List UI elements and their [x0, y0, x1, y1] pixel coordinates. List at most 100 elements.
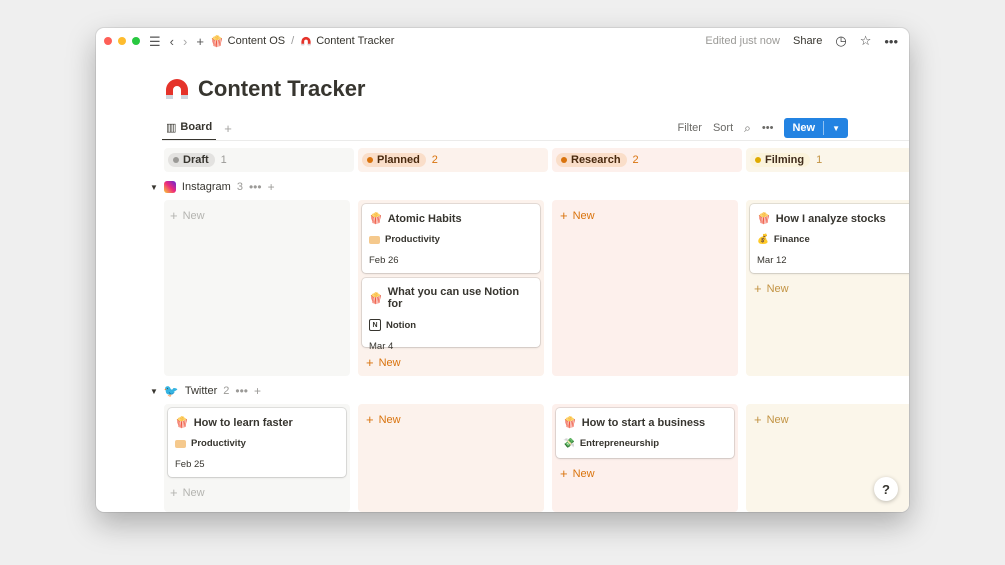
breadcrumb-current[interactable]: Content Tracker [316, 35, 394, 47]
star-icon[interactable]: ☆ [860, 33, 872, 49]
sort-button[interactable]: Sort [713, 122, 733, 134]
help-button[interactable]: ? [874, 477, 898, 501]
new-label: New [182, 486, 205, 499]
column-header-draft[interactable]: Draft 1 [164, 148, 354, 172]
new-card-button[interactable]: + New [560, 466, 595, 481]
zoom-window-button[interactable] [132, 37, 140, 45]
status-badge: Planned [362, 153, 426, 167]
card-start-business[interactable]: 🍿 How to start a business 💸 Entrepreneursh… [556, 408, 734, 458]
back-icon[interactable]: ‹ [170, 35, 174, 48]
column-count: 1 [816, 154, 823, 166]
popcorn-icon: 🍿 [369, 213, 383, 225]
card-title: What you can use Notion for [387, 286, 520, 310]
view-actions: Filter Sort ⌕ ••• New ▼ [678, 118, 848, 138]
plus-icon: + [170, 208, 178, 223]
card-analyze-stocks[interactable]: 🍿 How I analyze stocks 💰 Finance Mar 12 [750, 204, 909, 273]
breadcrumb: 🍿 Content OS / Content Tracker [210, 35, 395, 48]
status-badge: Filming [750, 153, 811, 167]
new-label: New [378, 356, 401, 369]
plus-icon: + [366, 412, 374, 427]
new-card-button[interactable]: + New [366, 412, 401, 427]
new-card-button[interactable]: + New [170, 485, 205, 500]
magnet-icon[interactable] [164, 76, 190, 102]
more-icon[interactable]: ••• [249, 180, 262, 194]
caret-down-icon[interactable]: ▼ [150, 183, 158, 192]
card-date: Feb 26 [369, 255, 399, 266]
menu-icon[interactable]: ☰ [149, 35, 161, 48]
board-cell [552, 200, 738, 376]
column-header-planned[interactable]: Planned 2 [358, 148, 548, 172]
twitter-icon: 🐦 [163, 384, 179, 398]
more-icon[interactable]: ••• [762, 122, 774, 134]
card-date: Feb 25 [175, 459, 205, 470]
plus-icon: + [560, 208, 568, 223]
new-label: New [572, 467, 595, 480]
new-card-button[interactable]: + New [170, 208, 205, 223]
caret-down-icon[interactable]: ▼ [150, 387, 158, 396]
money-bag-icon: 💰 [757, 234, 769, 245]
more-icon[interactable]: ••• [235, 384, 248, 398]
new-label: New [378, 413, 401, 426]
instagram-icon [163, 181, 176, 193]
status-dot [755, 157, 761, 163]
new-button-label: New [792, 122, 816, 134]
history-icon[interactable]: ◷ [835, 33, 846, 49]
popcorn-icon: 🍿 [175, 417, 189, 429]
popcorn-icon: 🍿 [563, 417, 577, 429]
group-name: Twitter [184, 385, 218, 397]
tab-board[interactable]: ▥ Board [162, 115, 217, 141]
column-name: Research [571, 154, 621, 166]
group-header-twitter[interactable]: ▼ 🐦 Twitter 2 ••• + [150, 381, 261, 401]
group-header-instagram[interactable]: ▼ Instagram 3 ••• + [150, 177, 275, 197]
page-title[interactable]: Content Tracker [198, 76, 366, 102]
breadcrumb-separator: / [291, 35, 295, 47]
close-window-button[interactable] [104, 37, 112, 45]
group-count: 2 [223, 385, 230, 397]
filter-button[interactable]: Filter [678, 122, 702, 134]
card-tag: Finance [773, 234, 810, 245]
add-page-icon[interactable]: + [196, 35, 204, 48]
search-icon[interactable]: ⌕ [744, 121, 751, 136]
notion-icon: N [369, 319, 381, 331]
card-notion[interactable]: 🍿 What you can use Notion for N Notion Mar… [362, 278, 540, 352]
new-card-button[interactable]: + New [366, 355, 401, 370]
column-count: 2 [632, 154, 639, 166]
new-label: New [182, 209, 205, 222]
more-icon[interactable]: ••• [884, 34, 898, 49]
share-button[interactable]: Share [793, 35, 822, 47]
card-tag: Notion [386, 319, 417, 331]
board-icon: ▥ [166, 121, 177, 134]
status-badge: Draft [168, 153, 215, 167]
minimize-window-button[interactable] [118, 37, 126, 45]
view-bar: ▥ Board + Filter Sort ⌕ ••• New ▼ [162, 115, 848, 141]
status-dot [367, 157, 373, 163]
column-count: 1 [220, 154, 227, 166]
forward-icon[interactable]: › [183, 35, 187, 48]
board-cell [164, 200, 350, 376]
tag-icon [175, 439, 186, 448]
plus-icon: + [560, 466, 568, 481]
plus-icon: + [754, 412, 762, 427]
new-card-button[interactable]: + New [754, 412, 789, 427]
new-card-button[interactable]: + New [754, 281, 789, 296]
new-card-button[interactable]: + New [560, 208, 595, 223]
app-window: ☰ ‹ › + 🍿 Content OS / Content Tracker E… [96, 28, 909, 512]
add-icon[interactable]: + [254, 384, 261, 398]
chevron-down-icon[interactable]: ▼ [832, 124, 840, 133]
card-title: Atomic Habits [387, 212, 462, 225]
plus-icon: + [754, 281, 762, 296]
column-header-research[interactable]: Research 2 [552, 148, 742, 172]
breadcrumb-parent[interactable]: Content OS [228, 35, 285, 47]
new-label: New [572, 209, 595, 222]
column-name: Draft [183, 154, 209, 166]
add-icon[interactable]: + [268, 180, 275, 194]
add-view-icon[interactable]: + [224, 121, 232, 136]
new-label: New [766, 413, 789, 426]
new-button[interactable]: New ▼ [784, 118, 848, 138]
card-title: How to start a business [581, 416, 706, 429]
column-header-filming[interactable]: Filming 1 [746, 148, 909, 172]
tab-board-label: Board [180, 121, 213, 133]
group-name: Instagram [181, 181, 231, 193]
card-atomic-habits[interactable]: 🍿 Atomic Habits Productivity Feb 26 [362, 204, 540, 273]
card-learn-faster[interactable]: 🍿 How to learn faster Productivity Feb 25 [168, 408, 346, 477]
